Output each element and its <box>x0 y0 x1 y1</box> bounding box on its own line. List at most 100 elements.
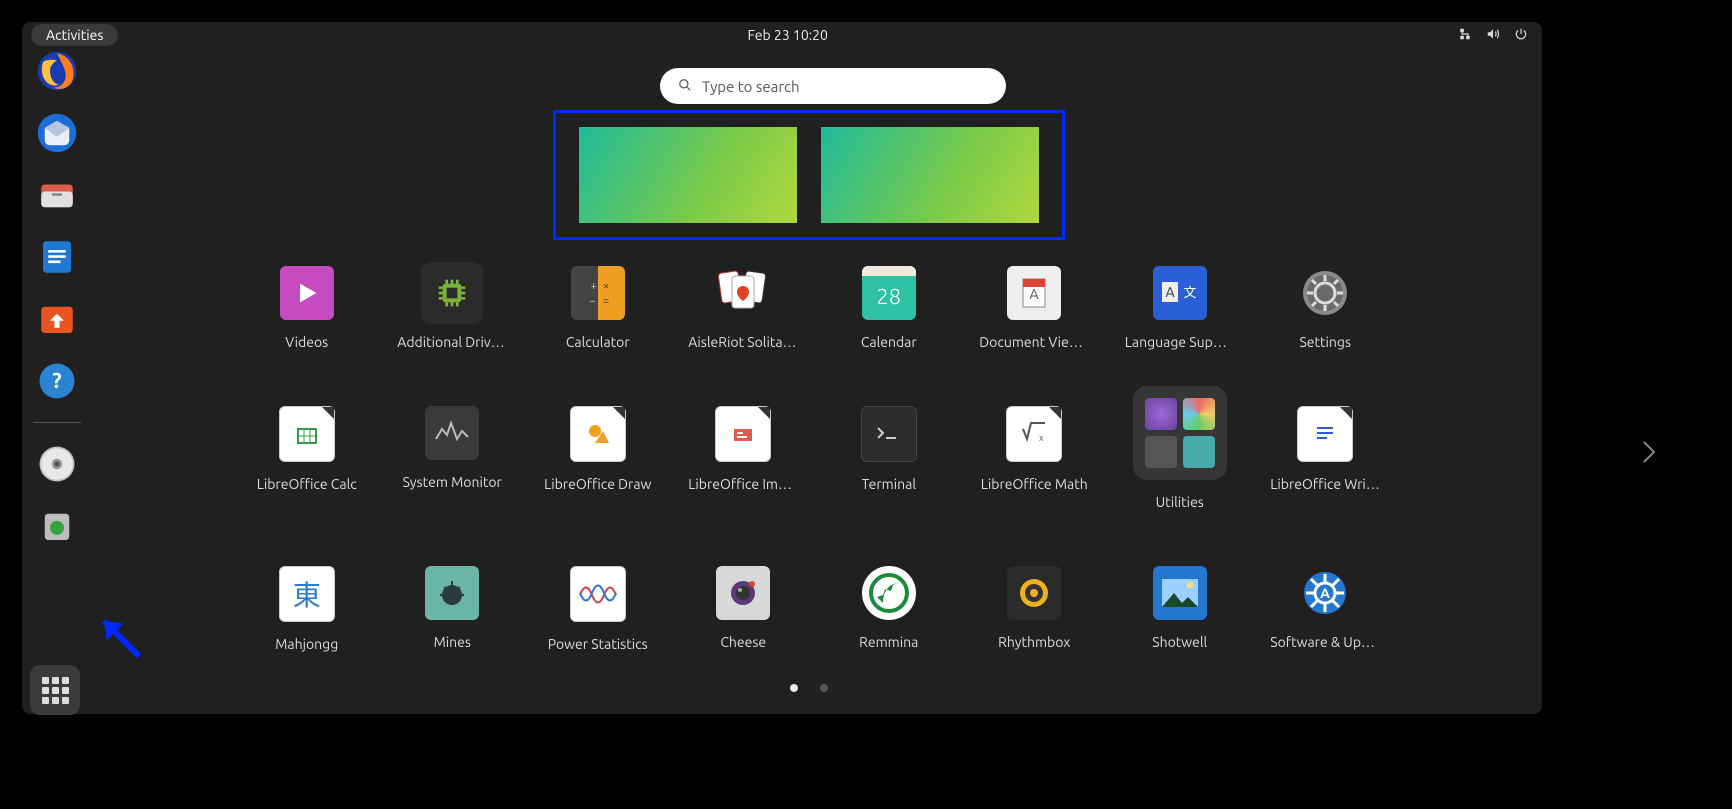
svg-text:?: ? <box>52 368 61 392</box>
app-libreoffice-impress[interactable]: LibreOffice Impress <box>671 406 817 510</box>
app-label: Rhythmbox <box>998 634 1070 650</box>
app-label: Language Support <box>1125 334 1235 350</box>
math-icon: x <box>1019 421 1049 447</box>
app-label: LibreOffice Draw <box>544 476 651 492</box>
app-label: LibreOffice Writer <box>1270 476 1380 492</box>
volume-icon[interactable] <box>1486 27 1500 44</box>
dock: ? <box>26 50 88 547</box>
search-icon <box>678 78 692 95</box>
next-page-chevron[interactable] <box>1642 440 1656 469</box>
cards-icon <box>716 266 770 320</box>
app-label: Calculator <box>566 334 630 350</box>
app-label: Power Statistics <box>548 636 648 652</box>
writer-grid-icon <box>1312 419 1338 449</box>
chip-icon <box>436 277 468 309</box>
page-dot-2[interactable] <box>820 684 828 692</box>
app-libreoffice-draw[interactable]: LibreOffice Draw <box>525 406 671 510</box>
app-label: Videos <box>285 334 328 350</box>
app-document-viewer[interactable]: A Document Viewer <box>962 266 1108 350</box>
app-libreoffice-math[interactable]: x LibreOffice Math <box>962 406 1108 510</box>
cheese-icon <box>727 577 759 609</box>
draw-icon <box>585 421 611 447</box>
calculator-icon: + − × = <box>583 278 613 308</box>
svg-text:A: A <box>1030 286 1039 302</box>
software-updates-icon: A <box>1302 570 1348 616</box>
dock-item-help[interactable]: ? <box>36 360 78 402</box>
app-label: Software & Updates <box>1270 634 1380 650</box>
app-label: LibreOffice Math <box>981 476 1088 492</box>
dock-item-firefox[interactable] <box>36 50 78 92</box>
app-folder-utilities[interactable]: Utilities <box>1107 406 1253 510</box>
mahjongg-icon: 東 <box>293 574 321 614</box>
workspace-thumb-2[interactable] <box>821 127 1039 223</box>
app-system-monitor[interactable]: System Monitor <box>380 406 526 510</box>
remmina-icon <box>869 573 909 613</box>
clock-label[interactable]: Feb 23 10:20 <box>747 27 828 43</box>
calendar-icon: 28 <box>876 284 901 309</box>
app-label: Cheese <box>720 634 766 650</box>
app-language-support[interactable]: A 文 Language Support <box>1107 266 1253 350</box>
dock-item-trash[interactable] <box>36 505 78 547</box>
app-label: Mahjongg <box>275 636 338 652</box>
dock-item-files[interactable] <box>36 174 78 216</box>
page-indicator[interactable] <box>790 684 828 692</box>
app-cheese[interactable]: Cheese <box>671 566 817 652</box>
app-calculator[interactable]: + − × = Calculator <box>525 266 671 350</box>
app-label: Terminal <box>862 476 917 492</box>
app-remmina[interactable]: Remmina <box>816 566 962 652</box>
app-label: Shotwell <box>1152 634 1207 650</box>
svg-text:文: 文 <box>1183 286 1196 300</box>
svg-text:A: A <box>1320 585 1330 601</box>
folder-utilities-icon <box>1133 386 1227 480</box>
calc-icon <box>292 419 322 449</box>
network-wired-icon[interactable] <box>1458 27 1472 44</box>
videos-icon <box>293 279 321 307</box>
app-software-updates[interactable]: A Software & Updates <box>1253 566 1399 652</box>
app-label: Utilities <box>1156 494 1204 510</box>
svg-text:=: = <box>603 295 609 307</box>
app-label: LibreOffice Calc <box>257 476 357 492</box>
settings-icon <box>1301 269 1349 317</box>
workspace-switcher[interactable] <box>553 110 1065 240</box>
power-icon[interactable] <box>1514 27 1528 44</box>
dock-item-thunderbird[interactable] <box>36 112 78 154</box>
svg-text:+: + <box>590 280 596 292</box>
page-dot-1[interactable] <box>790 684 798 692</box>
svg-text:x: x <box>1039 433 1044 443</box>
app-settings[interactable]: Settings <box>1253 266 1399 350</box>
activities-button[interactable]: Activities <box>32 25 117 45</box>
show-applications-button[interactable] <box>30 665 80 715</box>
app-label: System Monitor <box>403 474 502 490</box>
app-calendar[interactable]: 28 Calendar <box>816 266 962 350</box>
workspace-thumb-1[interactable] <box>579 127 797 223</box>
application-grid: Videos Additional Drivers + − × = Calcul… <box>234 266 1398 652</box>
app-label: Calendar <box>861 334 917 350</box>
language-icon: A 文 <box>1160 278 1200 308</box>
search-field[interactable]: Type to search <box>660 68 1006 104</box>
dock-divider <box>33 422 81 423</box>
app-mahjongg[interactable]: 東 Mahjongg <box>234 566 380 652</box>
app-additional-drivers[interactable]: Additional Drivers <box>380 266 526 350</box>
monitor-icon <box>434 419 470 447</box>
app-terminal[interactable]: Terminal <box>816 406 962 510</box>
app-label: Additional Drivers <box>397 334 507 350</box>
app-aisleriot[interactable]: AisleRiot Solitaire <box>671 266 817 350</box>
app-libreoffice-calc[interactable]: LibreOffice Calc <box>234 406 380 510</box>
shotwell-icon <box>1160 577 1200 609</box>
svg-text:−: − <box>589 295 595 307</box>
document-icon: A <box>1019 275 1049 311</box>
system-tray[interactable] <box>1458 27 1528 44</box>
app-rhythmbox[interactable]: Rhythmbox <box>962 566 1108 652</box>
mines-icon <box>436 577 468 609</box>
app-videos[interactable]: Videos <box>234 266 380 350</box>
grid-icon <box>42 677 69 704</box>
app-libreoffice-writer[interactable]: LibreOffice Writer <box>1253 406 1399 510</box>
app-label: Remmina <box>859 634 918 650</box>
app-label: Document Viewer <box>979 334 1089 350</box>
dock-item-ubuntu-software[interactable] <box>36 298 78 340</box>
app-mines[interactable]: Mines <box>380 566 526 652</box>
app-power-statistics[interactable]: Power Statistics <box>525 566 671 652</box>
app-shotwell[interactable]: Shotwell <box>1107 566 1253 652</box>
dock-item-writer[interactable] <box>36 236 78 278</box>
dock-item-disc[interactable] <box>36 443 78 485</box>
